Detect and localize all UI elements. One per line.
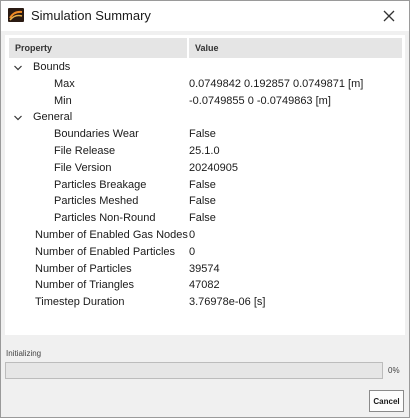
summary-table: Property Value Bounds Max 0.0749842 0.1928… — [5, 35, 405, 335]
table-row[interactable]: File Release 25.1.0 — [5, 144, 405, 161]
row-property: Bounds — [33, 61, 71, 73]
chevron-down-icon[interactable] — [13, 63, 23, 73]
row-value: 3.76978e-06 [s] — [189, 296, 266, 309]
table-row[interactable]: Number of Triangles 47082 — [5, 278, 405, 295]
row-property: Number of Particles — [35, 262, 132, 275]
row-property: General — [33, 111, 73, 124]
window-title: Simulation Summary — [31, 8, 151, 23]
close-button[interactable] — [379, 6, 399, 26]
rocky-app-icon — [8, 8, 24, 22]
title-bar: Simulation Summary — [1, 1, 409, 31]
table-row[interactable]: File Version 20240905 — [5, 161, 405, 178]
table-header: Property Value — [9, 38, 402, 58]
cancel-button[interactable]: Cancel — [369, 390, 404, 412]
row-value: 39574 — [189, 262, 220, 275]
close-icon — [383, 10, 395, 22]
row-value: 0 — [189, 245, 196, 258]
simulation-summary-dialog: Simulation Summary Property Value Bounds… — [0, 0, 410, 418]
column-header-property[interactable]: Property — [9, 38, 187, 58]
table-row[interactable]: Timestep Duration 3.76978e-06 [s] — [5, 295, 405, 312]
status-label: Initializing — [6, 349, 42, 358]
row-property: Boundaries Wear — [54, 128, 139, 141]
row-property: Number of Enabled Gas Nodes — [35, 228, 188, 241]
row-property: Timestep Duration — [35, 296, 125, 309]
row-value: False — [189, 128, 216, 141]
column-header-value[interactable]: Value — [189, 38, 402, 58]
table-row[interactable]: Max 0.0749842 0.192857 0.0749871 [m] — [5, 77, 405, 94]
table-row[interactable]: Number of Enabled Particles 0 — [5, 245, 405, 262]
table-row[interactable]: Particles Breakage False — [5, 178, 405, 195]
row-value: 0.0749842 0.192857 0.0749871 [m] — [189, 77, 364, 90]
row-property: File Release — [54, 144, 116, 157]
row-value: 25.1.0 — [189, 144, 220, 157]
row-property: File Version — [54, 161, 112, 174]
row-property: Particles Meshed — [54, 195, 139, 208]
row-property: Number of Triangles — [35, 279, 135, 292]
row-property: Number of Enabled Particles — [35, 245, 176, 258]
progress-bar — [5, 362, 383, 379]
progress-percent: 0% — [388, 366, 400, 375]
row-value: 47082 — [189, 279, 220, 292]
row-value: False — [189, 178, 216, 191]
table-row[interactable]: Particles Non-Round False — [5, 211, 405, 228]
row-property: Particles Non-Round — [54, 212, 156, 225]
table-row[interactable]: General — [5, 110, 405, 127]
table-row[interactable]: Min -0.0749855 0 -0.0749863 [m] — [5, 94, 405, 111]
row-value: 0 — [189, 228, 196, 241]
row-value: False — [189, 212, 216, 225]
row-property: Max — [54, 77, 75, 90]
table-rows: Bounds Max 0.0749842 0.192857 0.0749871 [m… — [5, 60, 405, 312]
table-row[interactable]: Boundaries Wear False — [5, 127, 405, 144]
row-value: 20240905 — [189, 161, 238, 174]
row-value: False — [189, 195, 216, 208]
table-row[interactable]: Bounds — [5, 60, 405, 77]
row-property: Min — [54, 94, 72, 107]
chevron-down-icon[interactable] — [13, 113, 23, 123]
table-row[interactable]: Number of Particles 39574 — [5, 262, 405, 279]
row-value: -0.0749855 0 -0.0749863 [m] — [189, 94, 331, 107]
table-row[interactable]: Particles Meshed False — [5, 194, 405, 211]
table-row[interactable]: Number of Enabled Gas Nodes 0 — [5, 228, 405, 245]
row-property: Particles Breakage — [54, 178, 147, 191]
